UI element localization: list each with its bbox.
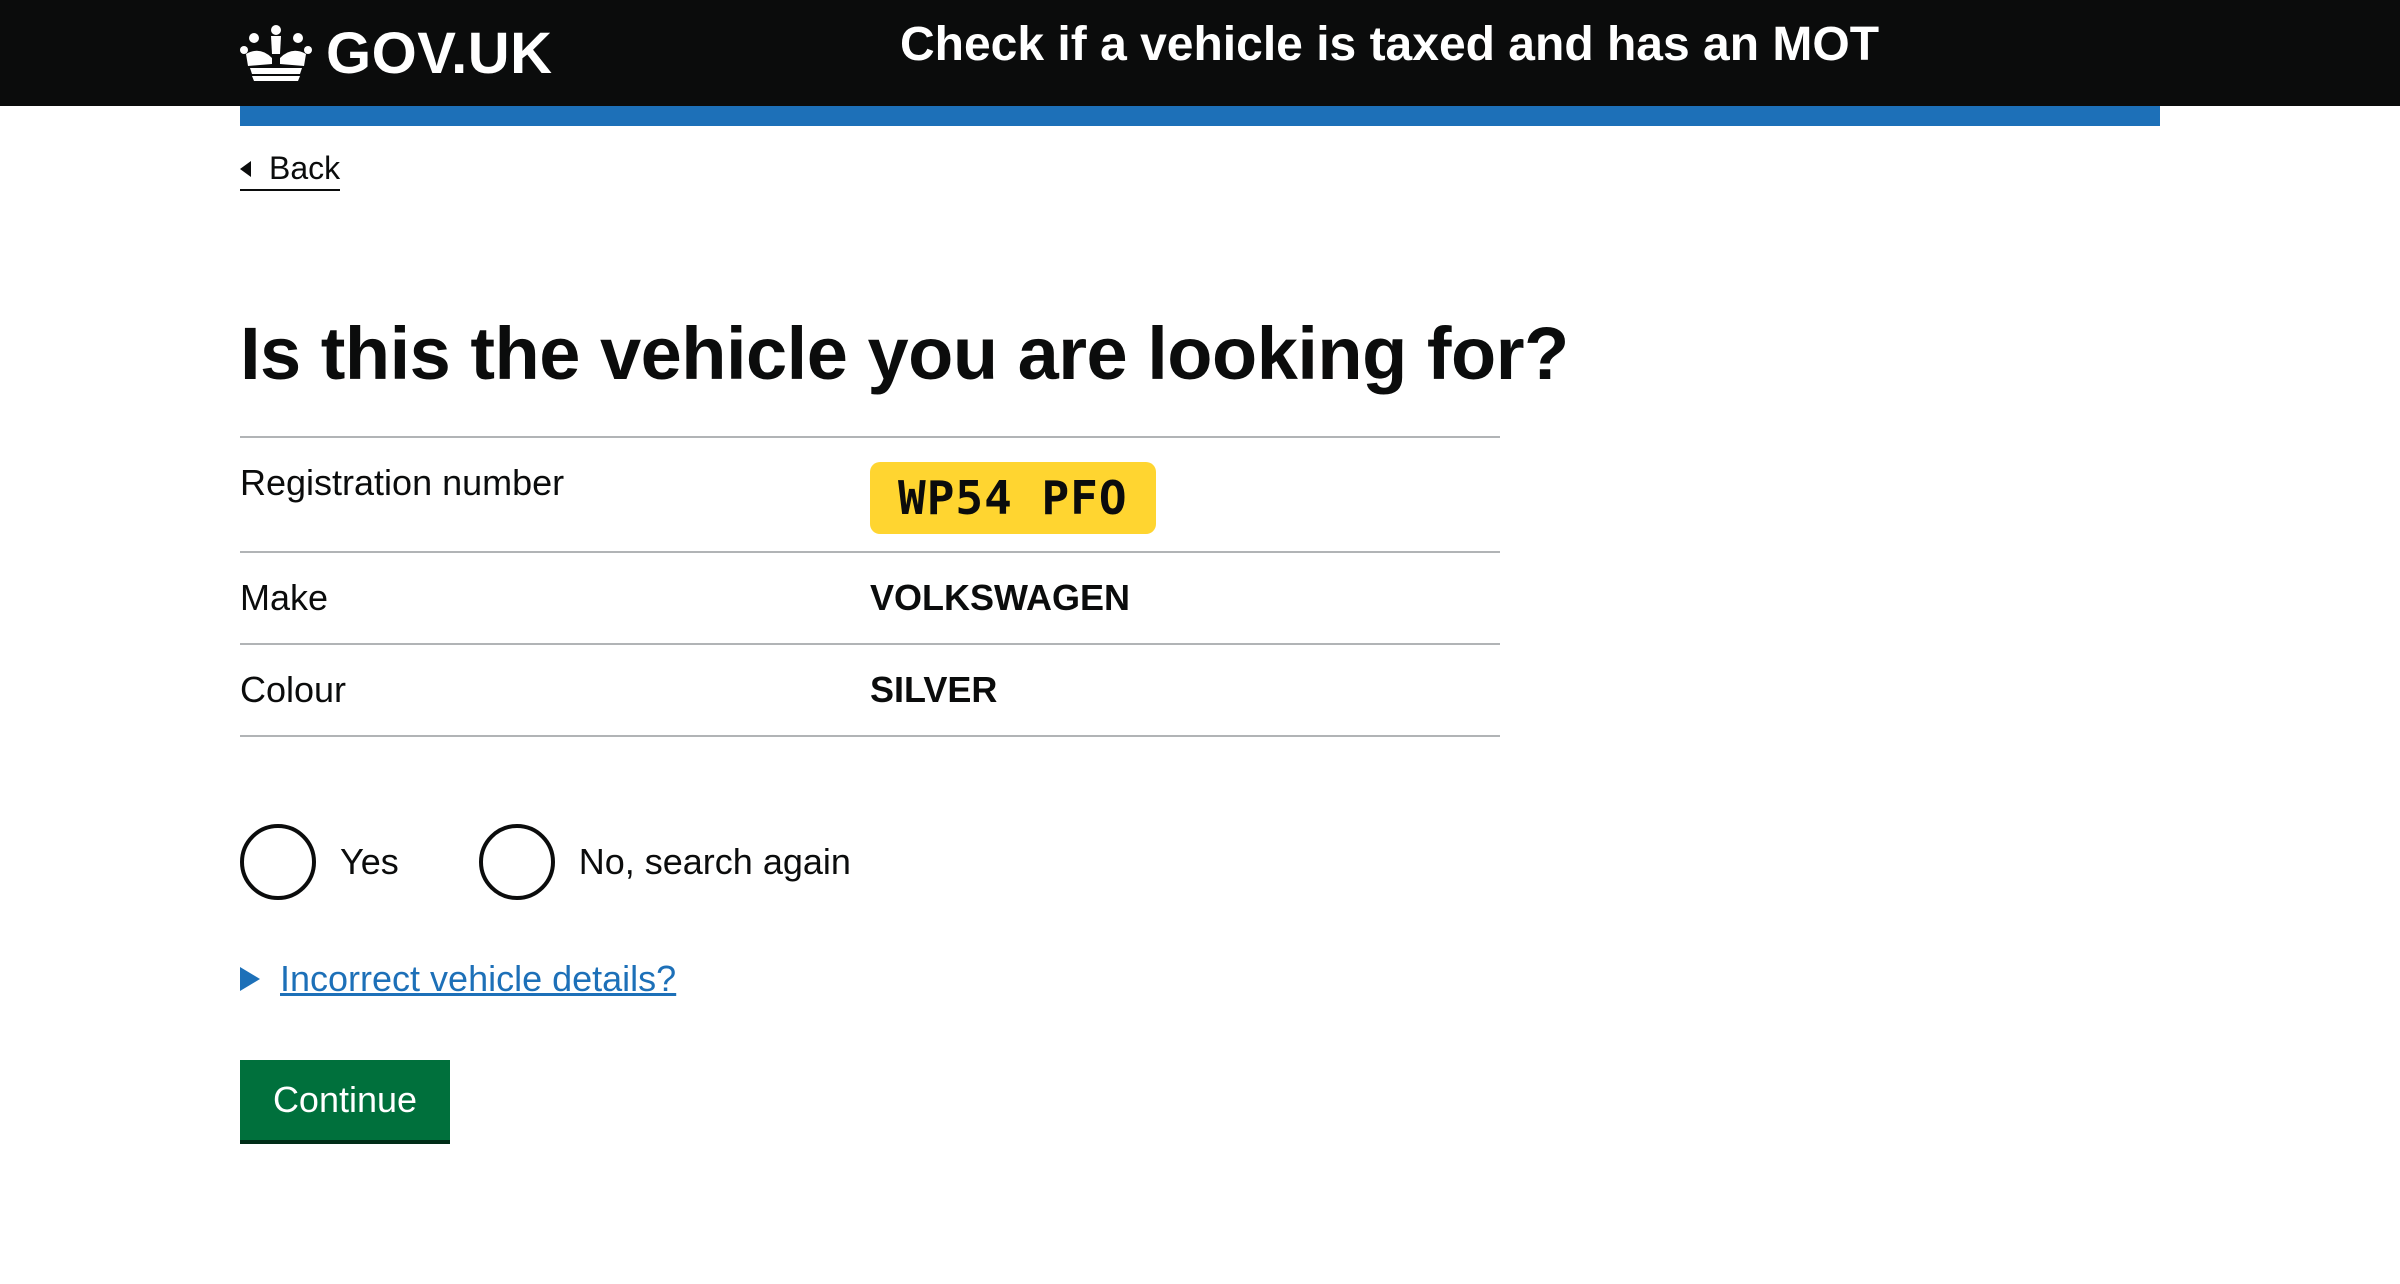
summary-key: Registration number <box>240 462 565 503</box>
page-title: Is this the vehicle you are looking for? <box>240 312 1569 395</box>
back-arrow-icon <box>240 160 251 177</box>
summary-key: Colour <box>240 669 347 710</box>
back-link-label: Back <box>269 150 341 186</box>
summary-key: Make <box>240 577 329 618</box>
radio-no-search-again[interactable]: No, search again <box>478 824 851 900</box>
crown-icon <box>240 25 312 81</box>
radio-button[interactable] <box>240 824 316 900</box>
radio-label[interactable]: No, search again <box>579 841 851 883</box>
radio-label[interactable]: Yes <box>340 841 399 883</box>
govuk-logo-link[interactable]: GOV.UK <box>240 16 552 90</box>
summary-value: VOLKSWAGEN <box>870 577 1131 618</box>
continue-button[interactable]: Continue <box>240 1060 450 1140</box>
incorrect-details-disclosure[interactable]: Incorrect vehicle details? <box>240 958 676 1000</box>
radio-yes[interactable]: Yes <box>240 824 399 900</box>
summary-row-make: Make VOLKSWAGEN <box>240 553 1500 645</box>
vehicle-summary-list: Registration number WP54 PFO Make VOLKSW… <box>240 436 1500 737</box>
summary-row-colour: Colour SILVER <box>240 645 1500 737</box>
summary-value-cell: WP54 PFO <box>870 438 1156 551</box>
confirm-radio-group: Yes No, search again <box>240 824 931 900</box>
summary-value: SILVER <box>870 669 998 710</box>
radio-button[interactable] <box>478 824 555 900</box>
back-link[interactable]: Back <box>240 150 341 191</box>
details-summary-link[interactable]: Incorrect vehicle details? <box>280 958 676 1000</box>
summary-row-registration: Registration number WP54 PFO <box>240 438 1500 553</box>
triangle-right-icon <box>240 967 260 991</box>
number-plate: WP54 PFO <box>870 462 1156 534</box>
service-name[interactable]: Check if a vehicle is taxed and has an M… <box>900 8 1879 82</box>
logo-text: GOV.UK <box>326 20 553 86</box>
site-header: GOV.UK Check if a vehicle is taxed and h… <box>0 0 2400 106</box>
header-accent-bar <box>240 106 2160 126</box>
